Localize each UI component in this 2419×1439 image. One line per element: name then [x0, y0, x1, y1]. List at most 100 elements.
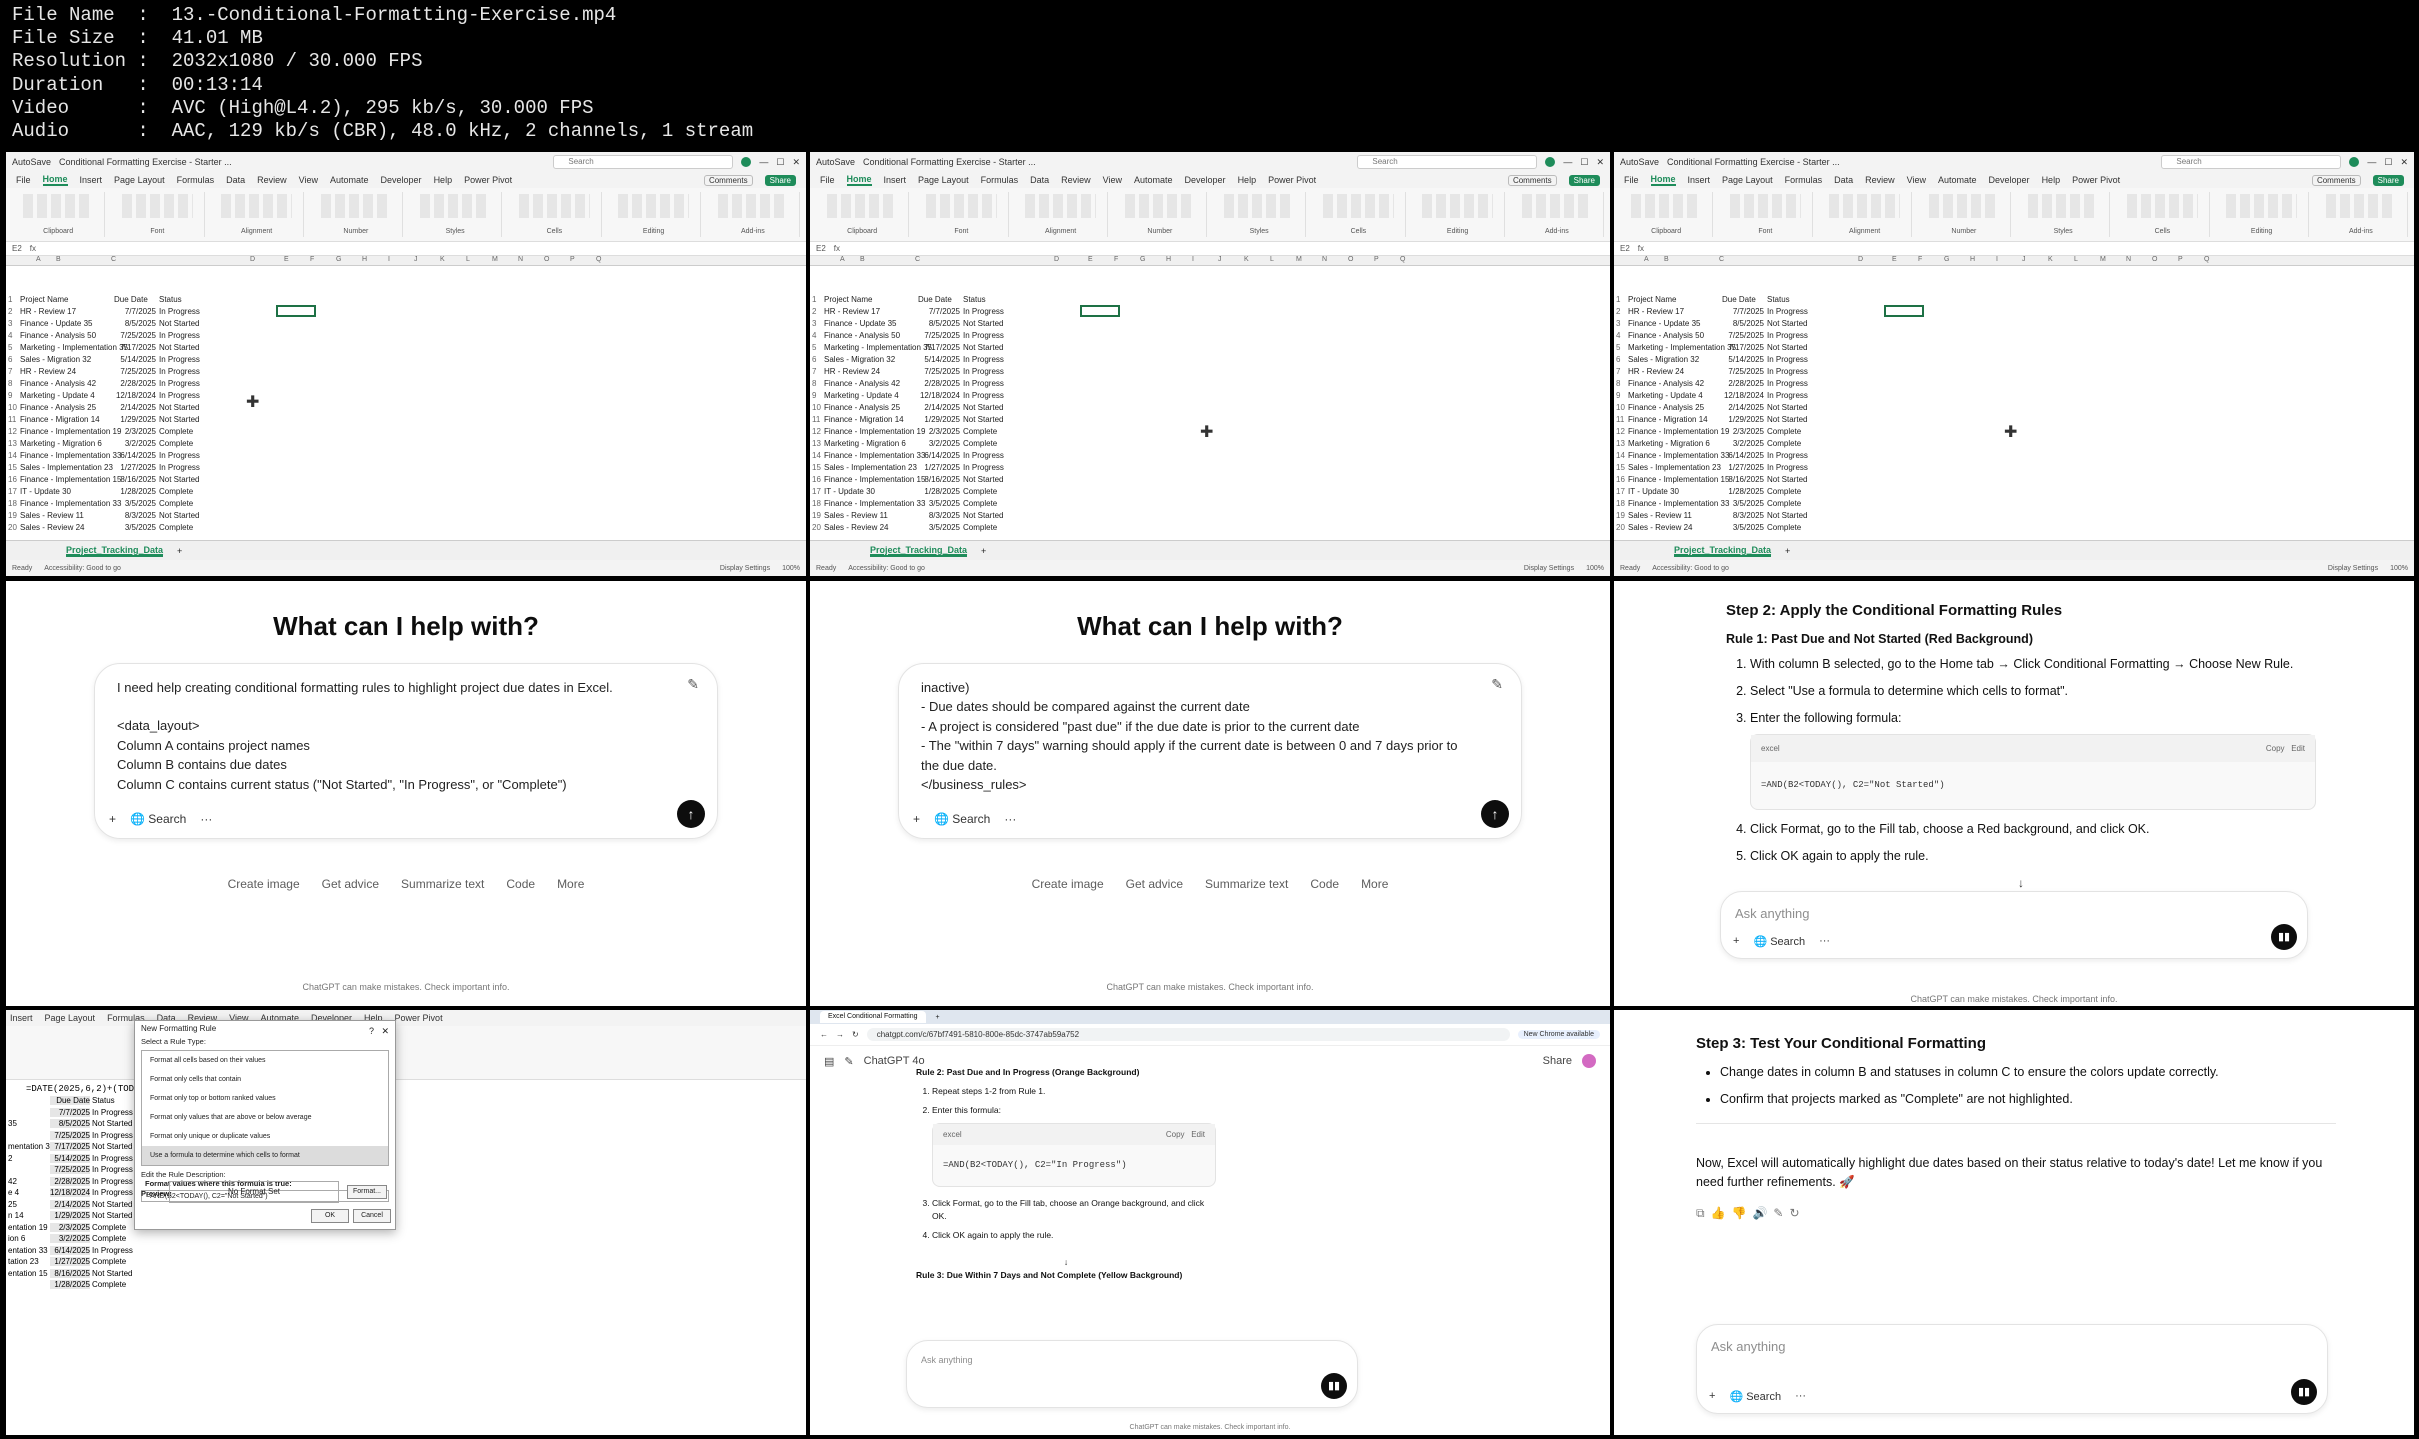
cell-status[interactable]: Not Started: [963, 402, 1003, 414]
menu-item-review[interactable]: Review: [257, 175, 287, 185]
cell-date[interactable]: 2/14/2025: [902, 402, 960, 414]
account-icon[interactable]: [2349, 157, 2360, 167]
search-button[interactable]: 🌐 Search: [934, 812, 990, 826]
ribbon-buttons[interactable]: [320, 194, 392, 218]
cell-status[interactable]: In Progress: [1767, 462, 1808, 474]
cell-date[interactable]: 8/3/2025: [902, 510, 960, 522]
column-header[interactable]: E: [1088, 256, 1093, 263]
more-icon[interactable]: ···: [200, 812, 212, 826]
cell-project[interactable]: Finance - Analysis 25: [20, 402, 96, 414]
cell-project[interactable]: Finance - Analysis 50: [20, 330, 96, 342]
cell-status[interactable]: Not Started: [92, 1200, 132, 1209]
cell-status[interactable]: Complete: [963, 522, 997, 534]
cell-date[interactable]: 7/17/2025: [98, 342, 156, 354]
menu-item-insert[interactable]: Insert: [1688, 175, 1711, 185]
menu-item-file[interactable]: File: [16, 175, 31, 185]
cell-date[interactable]: 8/16/2025: [1706, 474, 1764, 486]
ribbon-buttons[interactable]: [2127, 194, 2198, 218]
column-header[interactable]: D: [250, 256, 255, 263]
display-settings[interactable]: Display Settings: [1524, 565, 1574, 572]
menu-item-page-layout[interactable]: Page Layout: [1722, 175, 1773, 185]
menu-item-power-pivot[interactable]: Power Pivot: [2072, 175, 2120, 185]
cell-status[interactable]: Complete: [1767, 438, 1801, 450]
cell-project[interactable]: Sales - Review 24: [20, 522, 84, 534]
cell-status[interactable]: In Progress: [963, 330, 1004, 342]
chip-get-advice[interactable]: Get advice: [322, 877, 379, 891]
comments-button[interactable]: Comments: [2311, 174, 2361, 186]
cell-date[interactable]: 1/29/2025: [98, 414, 156, 426]
column-header[interactable]: I: [1996, 256, 1998, 263]
menu-item-file[interactable]: File: [1624, 175, 1639, 185]
cell-project[interactable]: Finance - Analysis 50: [1628, 330, 1704, 342]
ribbon-buttons[interactable]: [519, 194, 590, 218]
prompt-text[interactable]: I need help creating conditional formatt…: [117, 678, 695, 794]
ribbon-buttons[interactable]: [2027, 194, 2099, 218]
column-header[interactable]: N: [2126, 256, 2131, 263]
column-header[interactable]: O: [544, 256, 549, 263]
cell-date[interactable]: 3/2/2025: [98, 438, 156, 450]
cell-status[interactable]: Complete: [963, 486, 997, 498]
header-cell[interactable]: Status: [1767, 294, 1790, 306]
cell-date[interactable]: 2/14/2025: [98, 402, 156, 414]
cell-status[interactable]: Not Started: [1767, 342, 1807, 354]
minimize-icon[interactable]: —: [1563, 157, 1572, 167]
ribbon-buttons[interactable]: [1223, 194, 1295, 218]
maximize-icon[interactable]: ☐: [776, 157, 784, 168]
cell-status[interactable]: In Progress: [1767, 366, 1808, 378]
column-header[interactable]: L: [466, 256, 470, 263]
reload-icon[interactable]: ↻: [852, 1030, 859, 1039]
cell-status[interactable]: In Progress: [963, 306, 1004, 318]
cell-project[interactable]: Finance - Update 35: [1628, 318, 1701, 330]
cell-project[interactable]: IT - Update 30: [20, 486, 71, 498]
accessibility-status[interactable]: Accessibility: Good to go: [44, 565, 121, 572]
ribbon-buttons[interactable]: [1521, 194, 1593, 218]
column-header[interactable]: H: [362, 256, 367, 263]
chip-code[interactable]: Code: [1310, 877, 1339, 891]
share-button[interactable]: Share: [764, 174, 796, 186]
copy-button[interactable]: Copy: [2266, 744, 2285, 753]
cell-status[interactable]: Complete: [1767, 522, 1801, 534]
cell-status[interactable]: Not Started: [963, 474, 1003, 486]
cell-status[interactable]: In Progress: [1767, 378, 1808, 390]
cell-date[interactable]: 2/14/2025: [1706, 402, 1764, 414]
cell-date[interactable]: 2/28/2025: [98, 378, 156, 390]
column-header[interactable]: N: [1322, 256, 1327, 263]
close-icon[interactable]: ? ✕: [369, 1023, 389, 1039]
cell-status[interactable]: In Progress: [92, 1188, 133, 1197]
cell-project[interactable]: HR - Review 24: [1628, 366, 1684, 378]
cell-date[interactable]: 8/3/2025: [98, 510, 156, 522]
sheet-tab[interactable]: Project_Tracking_Data: [66, 545, 164, 557]
name-box[interactable]: E2: [12, 244, 22, 253]
display-settings[interactable]: Display Settings: [720, 565, 770, 572]
cell-project[interactable]: mentation 35: [8, 1142, 54, 1151]
column-header[interactable]: G: [1140, 256, 1145, 263]
cell-date[interactable]: 2/3/2025: [902, 426, 960, 438]
format-button[interactable]: Format...: [347, 1185, 387, 1199]
column-header[interactable]: J: [1218, 256, 1222, 263]
ribbon-buttons[interactable]: [221, 194, 292, 218]
cell-date[interactable]: 7/7/2025: [902, 306, 960, 318]
ribbon-buttons[interactable]: [1829, 194, 1900, 218]
cell-project[interactable]: Sales - Migration 32: [824, 354, 895, 366]
cell-status[interactable]: In Progress: [92, 1154, 133, 1163]
cell-date[interactable]: 1/28/2025: [98, 486, 156, 498]
column-header[interactable]: A: [36, 256, 41, 263]
ribbon-buttons[interactable]: [717, 194, 789, 218]
selected-cell[interactable]: [1080, 305, 1120, 317]
cancel-button[interactable]: Cancel: [353, 1209, 391, 1223]
cell-status[interactable]: Not Started: [159, 318, 199, 330]
cell-project[interactable]: Finance - Analysis 42: [824, 378, 900, 390]
column-header[interactable]: C: [111, 256, 116, 263]
cell-status[interactable]: Not Started: [159, 414, 199, 426]
cell-date[interactable]: 8/5/2025: [902, 318, 960, 330]
cell-project[interactable]: Marketing - Migration 6: [824, 438, 906, 450]
cell-date[interactable]: 7/17/2025: [50, 1142, 90, 1151]
cell-project[interactable]: Sales - Review 24: [1628, 522, 1692, 534]
cell-project[interactable]: entation 15: [8, 1269, 48, 1278]
header-cell[interactable]: Project Name: [20, 294, 68, 306]
column-header[interactable]: L: [1270, 256, 1274, 263]
cell-status[interactable]: In Progress: [92, 1177, 133, 1186]
cell-date[interactable]: 6/14/2025: [1706, 450, 1764, 462]
ribbon-buttons[interactable]: [122, 194, 193, 218]
rule-type-option[interactable]: Use a formula to determine which cells t…: [142, 1146, 388, 1165]
